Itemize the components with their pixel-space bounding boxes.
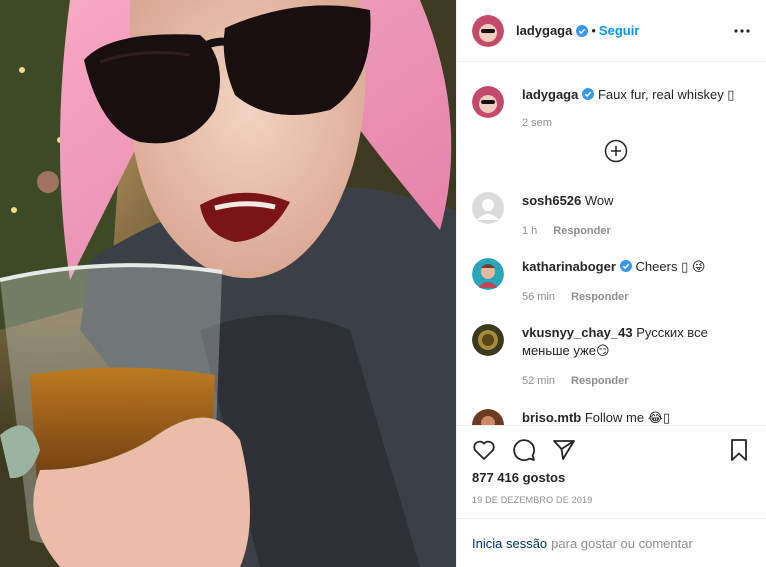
- author-username[interactable]: ladygaga: [516, 23, 572, 38]
- action-bar: [472, 426, 751, 474]
- avatar[interactable]: [472, 324, 504, 356]
- post-actions: 877 416 gostos 19 DE DEZEMBRO DE 2019: [457, 425, 766, 519]
- verified-icon: [619, 259, 632, 272]
- comment-item: briso.mtb Follow me 😂▯: [472, 409, 751, 425]
- more-icon[interactable]: [732, 21, 752, 41]
- caption-username[interactable]: ladygaga: [522, 87, 578, 102]
- reply-button[interactable]: Responder: [571, 291, 628, 303]
- caption-time: 2 sem: [522, 117, 552, 129]
- comment-icon[interactable]: [512, 438, 536, 462]
- post-photo[interactable]: [0, 0, 456, 567]
- avatar[interactable]: [472, 86, 504, 118]
- verified-icon: [576, 24, 589, 37]
- post-side-panel: ladygaga • Seguir ladygaga Faux fur, rea…: [456, 0, 766, 567]
- comment-text: Cheers ▯ 😜: [635, 259, 706, 274]
- comment-item: sosh6526 Wow 1 h Responder: [472, 192, 751, 240]
- avatar[interactable]: [472, 14, 504, 47]
- caption: ladygaga Faux fur, real whiskey ▯ 2 sem: [472, 86, 751, 132]
- comment-time: 56 min: [522, 291, 556, 303]
- heart-icon[interactable]: [472, 438, 496, 462]
- login-link[interactable]: Inicia sessão: [472, 536, 547, 551]
- login-prompt-text: para gostar ou comentar: [551, 535, 693, 551]
- comment-item: katharinaboger Cheers ▯ 😜 56 min Responde…: [472, 258, 751, 306]
- follow-button[interactable]: Seguir: [599, 23, 639, 38]
- avatar[interactable]: [472, 258, 504, 290]
- plus-circle-icon[interactable]: [604, 139, 628, 163]
- comment-username[interactable]: sosh6526: [522, 193, 581, 208]
- verified-icon: [582, 87, 595, 100]
- comment-body: vkusnyy_chay_43 Русских все меньше уже😏 …: [522, 324, 708, 390]
- likes-count[interactable]: 877 416 gostos: [472, 470, 751, 485]
- comment-username[interactable]: briso.mtb: [522, 410, 581, 425]
- comments-list[interactable]: ladygaga Faux fur, real whiskey ▯ 2 sem …: [457, 63, 766, 425]
- comment-body: briso.mtb Follow me 😂▯: [522, 409, 670, 425]
- separator-dot: •: [591, 23, 596, 38]
- comment-body: sosh6526 Wow 1 h Responder: [522, 192, 614, 240]
- comment-time: 52 min: [522, 375, 556, 387]
- login-prompt: Inicia sessão para gostar ou comentar: [457, 518, 766, 567]
- comment-text: Follow me 😂▯: [584, 410, 671, 425]
- avatar[interactable]: [472, 409, 504, 425]
- comment-text: Wow: [584, 193, 614, 208]
- post-header: ladygaga • Seguir: [457, 0, 766, 62]
- post-date[interactable]: 19 DE DEZEMBRO DE 2019: [472, 495, 751, 505]
- comment-username[interactable]: katharinaboger: [522, 259, 616, 274]
- comment-text-line2: меньше уже😏: [522, 343, 610, 358]
- comment-text: Русских все: [636, 325, 708, 340]
- photo-illustration: [0, 0, 456, 567]
- share-icon[interactable]: [552, 438, 576, 462]
- comment-time: 1 h: [522, 225, 538, 237]
- avatar[interactable]: [472, 192, 504, 224]
- reply-button[interactable]: Responder: [553, 225, 610, 237]
- instagram-post: ladygaga • Seguir ladygaga Faux fur, rea…: [0, 0, 766, 567]
- comment-body: katharinaboger Cheers ▯ 😜 56 min Responde…: [522, 258, 705, 306]
- comment-username[interactable]: vkusnyy_chay_43: [522, 325, 633, 340]
- bookmark-icon[interactable]: [727, 438, 751, 462]
- reply-button[interactable]: Responder: [571, 375, 628, 387]
- comment-item: vkusnyy_chay_43 Русских все меньше уже😏 …: [472, 324, 751, 390]
- caption-text: Faux fur, real whiskey ▯: [597, 87, 735, 102]
- caption-body: ladygaga Faux fur, real whiskey ▯ 2 sem: [522, 86, 734, 132]
